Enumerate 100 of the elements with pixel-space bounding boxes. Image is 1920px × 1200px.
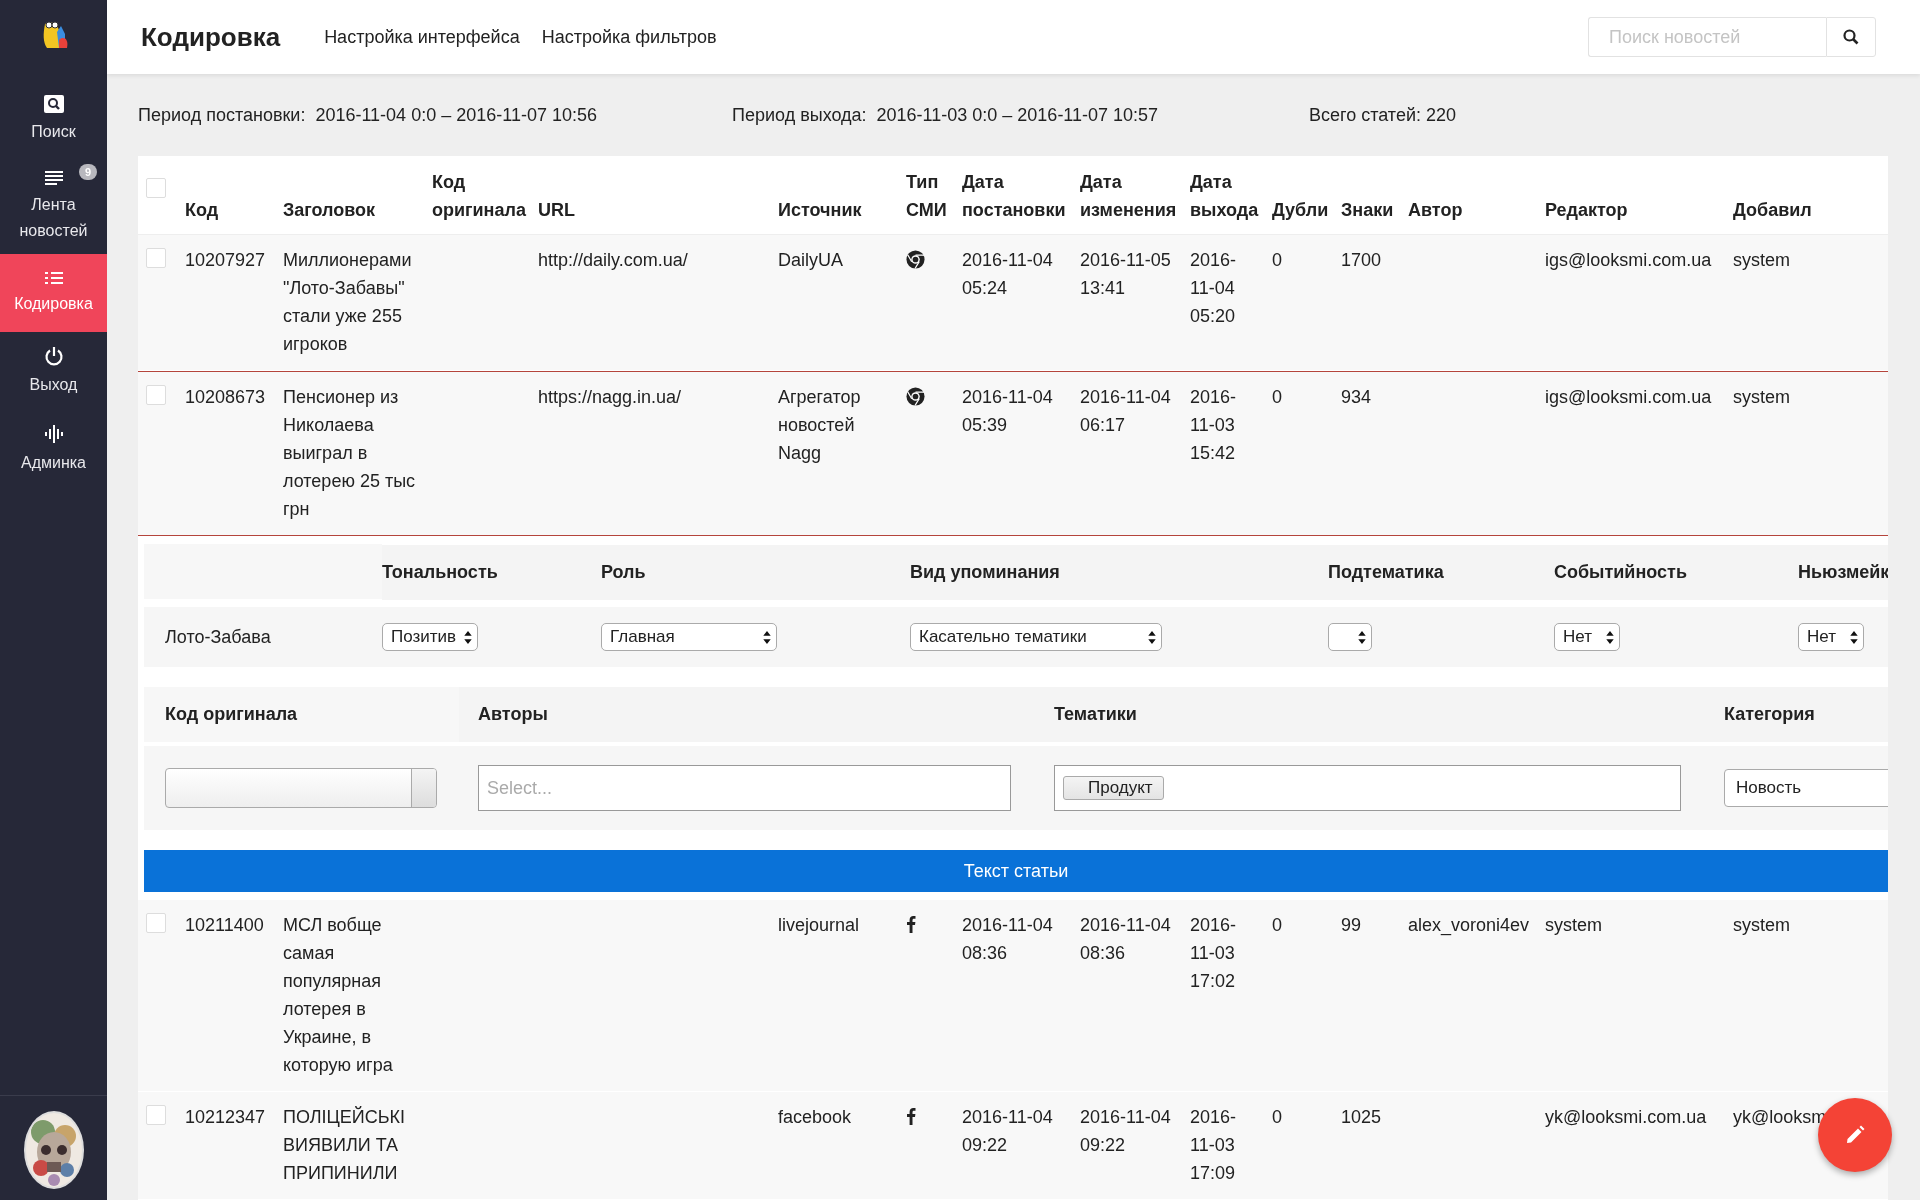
- field-label: Авторы: [478, 704, 548, 725]
- date-cell-text: 2016-11-03 17:09: [1190, 1106, 1238, 1185]
- column-header: Роль: [601, 562, 646, 583]
- column-header: Код: [185, 199, 220, 222]
- page-title: Кодировка: [141, 21, 281, 53]
- category-select[interactable]: Новость: [1724, 769, 1888, 807]
- dropdown[interactable]: [1328, 623, 1372, 651]
- column-header: Автор: [1408, 199, 1464, 222]
- count-cell-text: 1025: [1341, 1106, 1382, 1129]
- column-header: Код оригинала: [432, 171, 527, 222]
- column-header: URL: [538, 199, 576, 222]
- sidebar-item[interactable]: Кодировка: [0, 254, 107, 332]
- url-cell-text: https://nagg.in.ua/: [538, 386, 682, 409]
- table-row[interactable]: 10212347 ПОЛІЦЕЙСЬКІ ВИЯВИЛИ ТА ПРИПИНИЛИ facebook 2016-11-04 09:22 2016-11-04 09:22 2016-11-03 17:09 0 1025 yk@looksmi.com.ua yk@looksm: [138, 1092, 1888, 1200]
- code-cell-text: 10211400: [185, 914, 264, 937]
- sidebar-item[interactable]: Выход: [0, 332, 107, 410]
- column-header: Вид упоминания: [910, 562, 1060, 583]
- title-cell-text: ПОЛІЦЕЙСЬКІ ВИЯВИЛИ ТА ПРИПИНИЛИ: [283, 1105, 407, 1185]
- author-cell-text: alex_voroni4ev: [1408, 914, 1530, 938]
- settings-link[interactable]: Настройка фильтров: [541, 26, 717, 48]
- row-checkbox[interactable]: [146, 385, 166, 405]
- sidebar-item[interactable]: Лента новостей 9: [0, 158, 107, 254]
- browser-icon: [906, 387, 925, 406]
- dropdown[interactable]: Главная: [601, 623, 777, 651]
- updown-icon: [763, 630, 771, 644]
- select-all-checkbox[interactable]: [146, 178, 166, 198]
- row-checkbox[interactable]: [146, 913, 166, 933]
- column-header: Дата выхода: [1190, 171, 1260, 222]
- title-cell-text: МСЛ вобще самая популярная лотерея в Украине, в которую игра: [283, 914, 394, 1077]
- row-checkbox[interactable]: [146, 1105, 166, 1125]
- summary-text: Всего статей: 220: [1309, 104, 1456, 126]
- date-cell-text: 2016-11-03 17:02: [1190, 914, 1238, 993]
- search-icon: [1843, 29, 1859, 45]
- lines-icon: [44, 170, 63, 186]
- field-label: Код оригинала: [165, 704, 298, 725]
- count-cell-text: 99: [1341, 914, 1362, 937]
- date-cell-text: 2016-11-04 05:20: [1190, 249, 1238, 328]
- combo-field[interactable]: [165, 768, 437, 808]
- field-label: Категория: [1724, 704, 1815, 725]
- table-row[interactable]: 10211400 МСЛ вобще самая популярная лотерея в Украине, в которую игра livejournal 2016-11-04 08:36 2016-11-04 08:36 2016-11-03 17:02 0 99 alex_voroni4ev system system: [138, 900, 1888, 1092]
- settings-link[interactable]: Настройка интерфейса: [324, 26, 520, 48]
- count-cell-text: 0: [1272, 249, 1282, 272]
- row-checkbox[interactable]: [146, 248, 166, 268]
- updown-icon: [464, 630, 472, 644]
- mention-name: Лото-Забава: [165, 626, 271, 648]
- table-row[interactable]: 10207927 Миллионерами "Лото-Забавы" стали уже 255 игроков http://daily.com.ua/ DailyUA 2016-11-04 05:24 2016-11-05 13:41 2016-11-04 05:20 0 1700 igs@looksmi.com.ua system: [138, 235, 1888, 371]
- column-header: Тип СМИ: [906, 171, 948, 222]
- count-cell-text: 0: [1272, 914, 1282, 937]
- column-header: Знаки: [1341, 199, 1395, 222]
- facebook-icon: [906, 1107, 916, 1125]
- pencil-icon: [1845, 1125, 1865, 1145]
- power-icon: [43, 346, 64, 366]
- date-cell-text: 2016-11-04 09:22: [1080, 1106, 1172, 1157]
- topic-tag[interactable]: Продукт: [1063, 776, 1164, 800]
- column-header: Заголовок: [283, 199, 377, 222]
- date-cell-text: 2016-11-04 09:22: [962, 1106, 1054, 1157]
- summary-text: Период выхода: 2016-11-03 0:0 – 2016-11-07 10:57: [732, 104, 1160, 126]
- search-icon: [43, 95, 64, 113]
- date-cell-text: 2016-11-05 13:41: [1080, 249, 1172, 300]
- updown-icon: [1606, 630, 1614, 644]
- authors-field[interactable]: Select...: [478, 765, 1011, 811]
- date-cell-text: 2016-11-04 06:17: [1080, 386, 1172, 437]
- sidebar-item[interactable]: Админка: [0, 410, 107, 488]
- code-cell-text: 10207927: [185, 249, 266, 272]
- dropdown[interactable]: Нет: [1798, 623, 1864, 651]
- column-header: Добавил: [1733, 199, 1813, 222]
- column-header: Дата изменения: [1080, 171, 1178, 222]
- date-cell-text: 2016-11-03 15:42: [1190, 386, 1238, 465]
- column-header: Событийность: [1554, 562, 1687, 583]
- dropdown[interactable]: Касательно тематики: [910, 623, 1162, 651]
- article-text-button[interactable]: Текст статьи: [144, 850, 1888, 892]
- title-cell-text: Пенсионер из Николаева выиграл в лотерею 25 тыс грн: [283, 386, 417, 521]
- date-cell-text: 2016-11-04 05:39: [962, 386, 1054, 437]
- count-cell-text: 1700: [1341, 249, 1382, 272]
- column-header: Дубли: [1272, 199, 1330, 222]
- count-cell-text: 934: [1341, 386, 1372, 409]
- source-cell-text: livejournal: [778, 914, 860, 937]
- date-cell-text: 2016-11-04 05:24: [962, 249, 1054, 300]
- source-cell-text: DailyUA: [778, 249, 843, 272]
- date-cell-text: 2016-11-04 08:36: [962, 914, 1054, 965]
- date-cell-text: 2016-11-04 08:36: [1080, 914, 1172, 965]
- table-row[interactable]: 10208673 Пенсионер из Николаева выиграл в лотерею 25 тыс грн https://nagg.in.ua/ Агрегатор новостей Nagg 2016-11-04 05:39 2016-11-04 06:17 2016-11-03 15:42 0 934 igs@looksmi.com.ua system: [138, 371, 1888, 536]
- editor-cell-text: igs@looksmi.com.ua: [1545, 249, 1712, 272]
- source-cell-text: facebook: [778, 1106, 852, 1129]
- summary-text: Период постановки: 2016-11-04 0:0 – 2016-11-07 10:56: [138, 104, 598, 126]
- count-badge: 9: [79, 164, 97, 180]
- code-cell-text: 10208673: [185, 386, 266, 409]
- url-cell-text: http://daily.com.ua/: [538, 249, 688, 272]
- sidebar-item[interactable]: Поиск: [0, 80, 107, 158]
- dropdown[interactable]: Нет: [1554, 623, 1620, 651]
- count-cell-text: 0: [1272, 1106, 1282, 1129]
- search-field[interactable]: Поиск новостей: [1588, 17, 1826, 57]
- editor-cell-text: yk@looksmi.com.ua: [1545, 1106, 1707, 1129]
- facebook-icon: [906, 915, 916, 933]
- added-by-cell-text: system: [1733, 386, 1790, 409]
- dropdown[interactable]: Позитив: [382, 623, 478, 651]
- editor-cell-text: system: [1545, 914, 1602, 937]
- code-cell-text: 10212347: [185, 1106, 266, 1129]
- search-button[interactable]: [1826, 17, 1876, 57]
- topics-field[interactable]: Продукт: [1054, 765, 1681, 811]
